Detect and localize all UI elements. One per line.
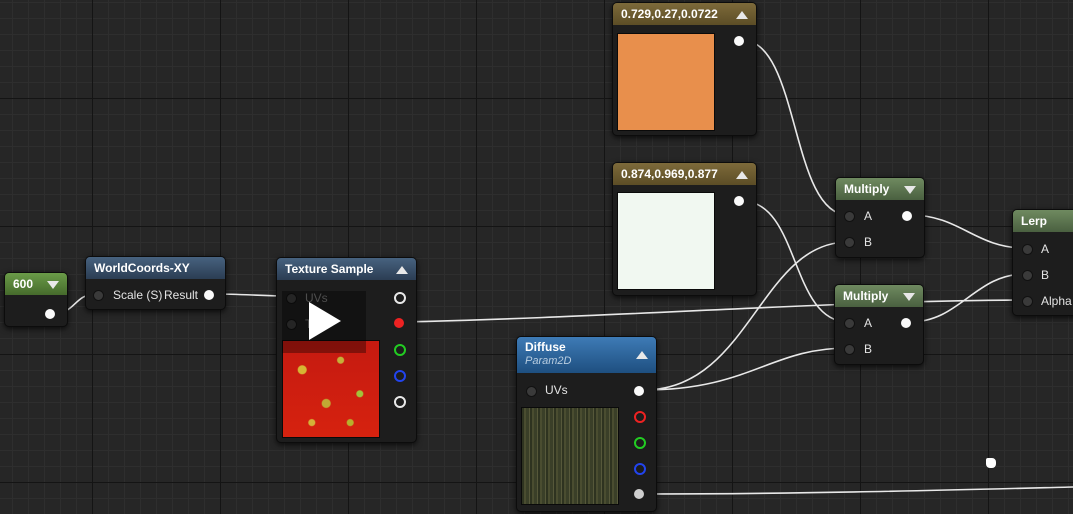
color-1-output-pin[interactable] bbox=[734, 36, 744, 46]
multiply-1-b-label: B bbox=[864, 235, 873, 249]
constant-node-header[interactable]: 600 bbox=[5, 273, 67, 295]
color-swatch-orange bbox=[617, 33, 715, 131]
multiply-2-a-label: A bbox=[864, 316, 873, 330]
multiply-1-b-pin[interactable] bbox=[844, 237, 855, 248]
alpha-output-pin[interactable] bbox=[394, 396, 406, 408]
lerp-alpha-pin[interactable] bbox=[1022, 296, 1033, 307]
lerp-b-pin[interactable] bbox=[1022, 270, 1033, 281]
diffuse-green-output-pin[interactable] bbox=[634, 437, 646, 449]
material-graph-canvas[interactable]: 600 WorldCoords-XY Scale (S) Result Text… bbox=[0, 0, 1073, 514]
collapse-arrow-icon[interactable] bbox=[636, 351, 648, 359]
multiply-2-b-label: B bbox=[864, 342, 873, 356]
multiply-2-b-pin[interactable] bbox=[844, 344, 855, 355]
multiply-2-output-pin[interactable] bbox=[901, 318, 911, 328]
hand-cursor-icon bbox=[986, 458, 996, 468]
diffuse-texture-preview bbox=[521, 407, 619, 505]
worldcoords-node-header[interactable]: WorldCoords-XY bbox=[86, 257, 225, 279]
multiply-1-title: Multiply bbox=[844, 182, 890, 196]
collapse-arrow-icon[interactable] bbox=[396, 266, 408, 274]
scale-input-pin[interactable] bbox=[93, 290, 104, 301]
multiply-1-a-pin[interactable] bbox=[844, 211, 855, 222]
collapse-arrow-icon[interactable] bbox=[903, 293, 915, 301]
texture-preview bbox=[282, 340, 380, 438]
diffuse-title: Diffuse bbox=[525, 340, 566, 354]
color-constant-2-title: 0.874,0.969,0.877 bbox=[621, 167, 718, 181]
lerp-alpha-label: Alpha bbox=[1041, 294, 1072, 308]
red-output-pin[interactable] bbox=[394, 318, 404, 328]
collapse-arrow-icon[interactable] bbox=[736, 171, 748, 179]
result-output-pin[interactable] bbox=[204, 290, 214, 300]
color-constant-2-header[interactable]: 0.874,0.969,0.877 bbox=[613, 163, 756, 185]
result-output-label: Result bbox=[164, 288, 199, 302]
constant-output-pin[interactable] bbox=[45, 309, 55, 319]
texture-sample-title: Texture Sample bbox=[285, 262, 374, 276]
multiply-2-header[interactable]: Multiply bbox=[835, 285, 923, 307]
wire-diffuse-uvs-to-multiply2-b bbox=[643, 347, 849, 391]
green-output-pin[interactable] bbox=[394, 344, 406, 356]
worldcoords-node[interactable]: WorldCoords-XY Scale (S) Result bbox=[85, 256, 226, 310]
color-constant-node-1[interactable]: 0.729,0.27,0.0722 bbox=[612, 2, 757, 136]
color-constant-1-title: 0.729,0.27,0.0722 bbox=[621, 7, 718, 21]
wire-diffuse-alpha-offscreen bbox=[643, 486, 1073, 495]
collapse-arrow-icon[interactable] bbox=[904, 186, 916, 194]
worldcoords-title: WorldCoords-XY bbox=[94, 261, 190, 275]
constant-node-value: 600 bbox=[13, 277, 34, 291]
multiply-2-a-pin[interactable] bbox=[844, 318, 855, 329]
wire-multiply1-to-lerp-a bbox=[909, 214, 1026, 249]
multiply-2-title: Multiply bbox=[843, 289, 889, 303]
diffuse-subtitle: Param2D bbox=[525, 355, 572, 367]
lerp-a-pin[interactable] bbox=[1022, 244, 1033, 255]
multiply-1-header[interactable]: Multiply bbox=[836, 178, 924, 200]
texture-sample-header[interactable]: Texture Sample bbox=[277, 258, 416, 280]
wire-color1-to-multiply1-a bbox=[741, 39, 849, 216]
diffuse-alpha-output-pin[interactable] bbox=[634, 489, 644, 499]
wire-texture-red-to-lerp-alpha bbox=[401, 299, 1026, 323]
multiply-1-a-label: A bbox=[864, 209, 873, 223]
rgb-output-pin[interactable] bbox=[394, 292, 406, 304]
lerp-title: Lerp bbox=[1021, 214, 1048, 228]
diffuse-blue-output-pin[interactable] bbox=[634, 463, 646, 475]
diffuse-uvs-input-pin[interactable] bbox=[526, 386, 537, 397]
diffuse-param2d-node[interactable]: Diffuse Param2D UVs bbox=[516, 336, 657, 512]
constant-node-600[interactable]: 600 bbox=[4, 272, 68, 327]
multiply-1-output-pin[interactable] bbox=[902, 211, 912, 221]
multiply-node-2[interactable]: Multiply A B bbox=[834, 284, 924, 365]
wire-multiply2-to-lerp-b bbox=[909, 273, 1026, 323]
lerp-a-label: A bbox=[1041, 242, 1050, 256]
diffuse-uvs-label: UVs bbox=[545, 383, 568, 397]
color-constant-1-header[interactable]: 0.729,0.27,0.0722 bbox=[613, 3, 756, 25]
blue-output-pin[interactable] bbox=[394, 370, 406, 382]
color-2-output-pin[interactable] bbox=[734, 196, 744, 206]
collapse-arrow-icon[interactable] bbox=[736, 11, 748, 19]
lerp-node[interactable]: Lerp A B Alpha bbox=[1012, 209, 1073, 316]
multiply-node-1[interactable]: Multiply A B bbox=[835, 177, 925, 258]
collapse-arrow-icon[interactable] bbox=[47, 281, 59, 289]
color-constant-node-2[interactable]: 0.874,0.969,0.877 bbox=[612, 162, 757, 296]
diffuse-red-output-pin[interactable] bbox=[634, 411, 646, 423]
lerp-header[interactable]: Lerp bbox=[1013, 210, 1073, 232]
color-swatch-white bbox=[617, 192, 715, 290]
scale-input-label: Scale (S) bbox=[113, 288, 163, 302]
diffuse-rgb-output-pin[interactable] bbox=[634, 386, 644, 396]
wire-color2-to-multiply2-a bbox=[741, 200, 849, 323]
play-icon[interactable] bbox=[309, 302, 341, 340]
lerp-b-label: B bbox=[1041, 268, 1050, 282]
diffuse-header[interactable]: Diffuse Param2D bbox=[517, 337, 656, 373]
